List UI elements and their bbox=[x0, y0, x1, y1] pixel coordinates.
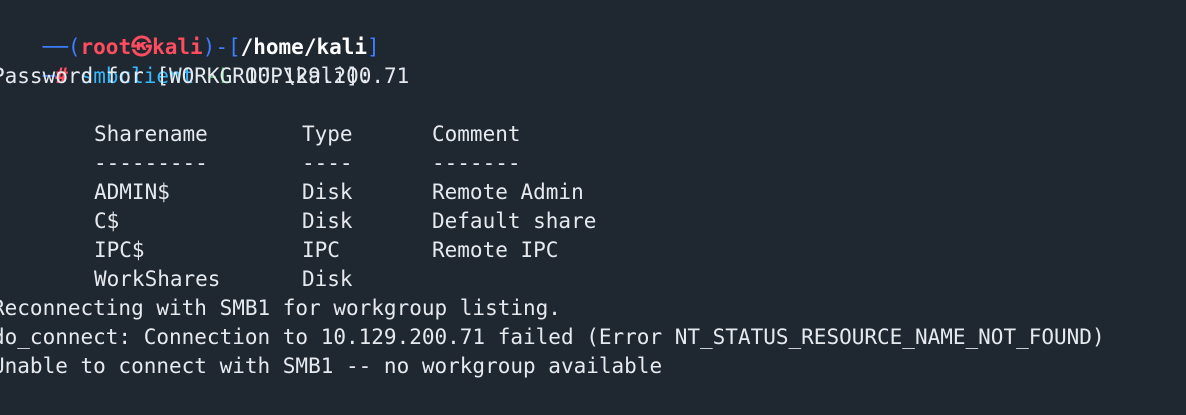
table-row: C$ Disk Default share bbox=[0, 207, 1186, 236]
connection-error-message: do_connect: Connection to 10.129.200.71 … bbox=[0, 325, 1105, 349]
password-prompt: Password for [WORKGROUP\kali]: bbox=[0, 64, 372, 88]
workgroup-unavailable-message: Unable to connect with SMB1 -- no workgr… bbox=[0, 354, 663, 378]
share-type: Disk bbox=[302, 267, 353, 291]
underline-sharename: --------- bbox=[94, 151, 208, 175]
share-name: WorkShares bbox=[94, 267, 221, 291]
share-type: Disk bbox=[302, 209, 353, 233]
share-type: IPC bbox=[302, 238, 340, 262]
share-table-header: Sharename Type Comment bbox=[0, 120, 1186, 149]
table-row: IPC$ IPC Remote IPC bbox=[0, 236, 1186, 265]
table-row: ADMIN$ Disk Remote Admin bbox=[0, 178, 1186, 207]
share-type: Disk bbox=[302, 180, 353, 204]
table-row: WorkShares Disk bbox=[0, 265, 1186, 294]
share-comment: Default share bbox=[432, 209, 597, 233]
prompt-header-line: ──(root㉿kali)-[/home/kali] bbox=[0, 4, 380, 59]
underline-type: ---- bbox=[302, 151, 353, 175]
reconnect-message: Reconnecting with SMB1 for workgroup lis… bbox=[0, 296, 561, 320]
share-name: IPC$ bbox=[94, 238, 145, 262]
header-sharename: Sharename bbox=[94, 122, 208, 146]
header-comment: Comment bbox=[432, 122, 521, 146]
share-table-underline: --------- ---- ------- bbox=[0, 149, 1186, 178]
underline-comment: ------- bbox=[432, 151, 521, 175]
share-name: ADMIN$ bbox=[94, 180, 170, 204]
terminal-window[interactable]: ──(root㉿kali)-[/home/kali] ─# smbclient … bbox=[0, 0, 1186, 415]
share-comment: Remote Admin bbox=[432, 180, 584, 204]
command-line[interactable]: ─# smbclient -L 10.129.200.71 bbox=[0, 33, 410, 88]
header-type: Type bbox=[302, 122, 353, 146]
share-name: C$ bbox=[94, 209, 120, 233]
share-comment: Remote IPC bbox=[432, 238, 559, 262]
